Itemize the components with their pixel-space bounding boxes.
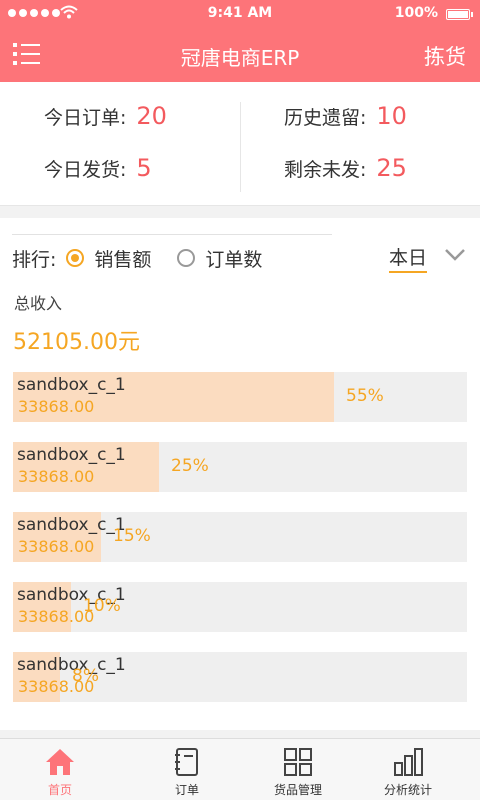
- tab-goods-label: 货品管理: [273, 783, 322, 797]
- nav-bar: 冠唐电商ERP 拣货: [0, 28, 480, 82]
- home-icon: [46, 749, 74, 775]
- pick-goods-button[interactable]: 拣货: [424, 41, 466, 71]
- orders-radio[interactable]: [177, 249, 196, 267]
- ranking-percent: 15%: [113, 526, 151, 546]
- today-shipped-stat: 今日发货: 5: [44, 154, 152, 182]
- tab-stats[interactable]: 分析统计: [348, 739, 468, 800]
- ranking-percent: 8%: [72, 666, 99, 686]
- tab-goods[interactable]: 货品管理: [238, 739, 358, 800]
- revenue-label: 总收入: [14, 294, 63, 313]
- ranking-amount: 33868.00: [18, 397, 95, 416]
- remaining-value: 25: [376, 154, 407, 182]
- ranking-percent: 10%: [83, 596, 121, 616]
- history-left-label: 历史遗留:: [284, 107, 367, 129]
- ranking-panel: 排行: 销售额 订单数 本日 总收入 52105.00元 sandbox_c_1…: [0, 218, 480, 730]
- history-left-stat: 历史遗留: 10: [284, 102, 407, 130]
- summary-divider: [240, 102, 241, 192]
- chevron-down-icon[interactable]: [444, 248, 466, 262]
- ranking-percent: 55%: [346, 386, 384, 406]
- grid-icon: [284, 748, 312, 776]
- today-orders-stat: 今日订单: 20: [44, 102, 167, 130]
- tab-home[interactable]: 首页: [0, 739, 120, 800]
- order-summary: 今日订单: 20 历史遗留: 10 今日发货: 5 剩余未发: 25: [0, 82, 480, 206]
- tab-stats-label: 分析统计: [383, 783, 432, 797]
- battery-percent: 100%: [394, 5, 438, 21]
- sort-label: 排行:: [12, 248, 57, 271]
- ranking-row[interactable]: sandbox_c_1 33868.00 25%: [13, 442, 467, 492]
- sales-option-label[interactable]: 销售额: [94, 245, 151, 272]
- ranking-name: sandbox_c_1: [17, 515, 126, 535]
- tab-orders-label: 订单: [174, 783, 199, 797]
- sales-radio[interactable]: [66, 249, 85, 267]
- notebook-icon: [175, 748, 198, 776]
- today-shipped-value: 5: [136, 154, 152, 182]
- tab-bar: 首页 订单 货品管理 分析统计: [0, 738, 480, 800]
- battery-icon: [446, 9, 473, 20]
- ranking-row[interactable]: sandbox_c_1 33868.00 8%: [13, 652, 467, 702]
- orders-option-label[interactable]: 订单数: [205, 245, 262, 272]
- ranking-name: sandbox_c_1: [17, 375, 126, 395]
- ranking-amount: 33868.00: [18, 537, 95, 556]
- ranking-percent: 25%: [171, 456, 209, 476]
- ranking-row[interactable]: sandbox_c_1 33868.00 55%: [13, 372, 467, 422]
- ranking-row[interactable]: sandbox_c_1 33868.00 10%: [13, 582, 467, 632]
- bar-chart-icon: [394, 748, 423, 776]
- history-left-value: 10: [376, 102, 407, 130]
- remaining-stat: 剩余未发: 25: [284, 154, 407, 182]
- tab-home-label: 首页: [47, 783, 72, 797]
- ranking-amount: 33868.00: [18, 467, 95, 486]
- period-select[interactable]: 本日: [389, 243, 428, 273]
- panel-divider: [12, 234, 332, 235]
- ranking-name: sandbox_c_1: [17, 445, 126, 465]
- page-title: 冠唐电商ERP: [180, 46, 300, 70]
- ranking-row[interactable]: sandbox_c_1 33868.00 15%: [13, 512, 467, 562]
- status-bar: 9:41 AM 100%: [0, 0, 480, 28]
- today-shipped-label: 今日发货:: [44, 159, 127, 181]
- revenue-value: 52105.00元: [13, 330, 140, 355]
- remaining-label: 剩余未发:: [284, 159, 367, 181]
- today-orders-value: 20: [136, 102, 167, 130]
- today-orders-label: 今日订单:: [44, 107, 127, 129]
- tab-orders[interactable]: 订单: [127, 739, 247, 800]
- sort-row: 排行: 销售额 订单数: [12, 243, 262, 273]
